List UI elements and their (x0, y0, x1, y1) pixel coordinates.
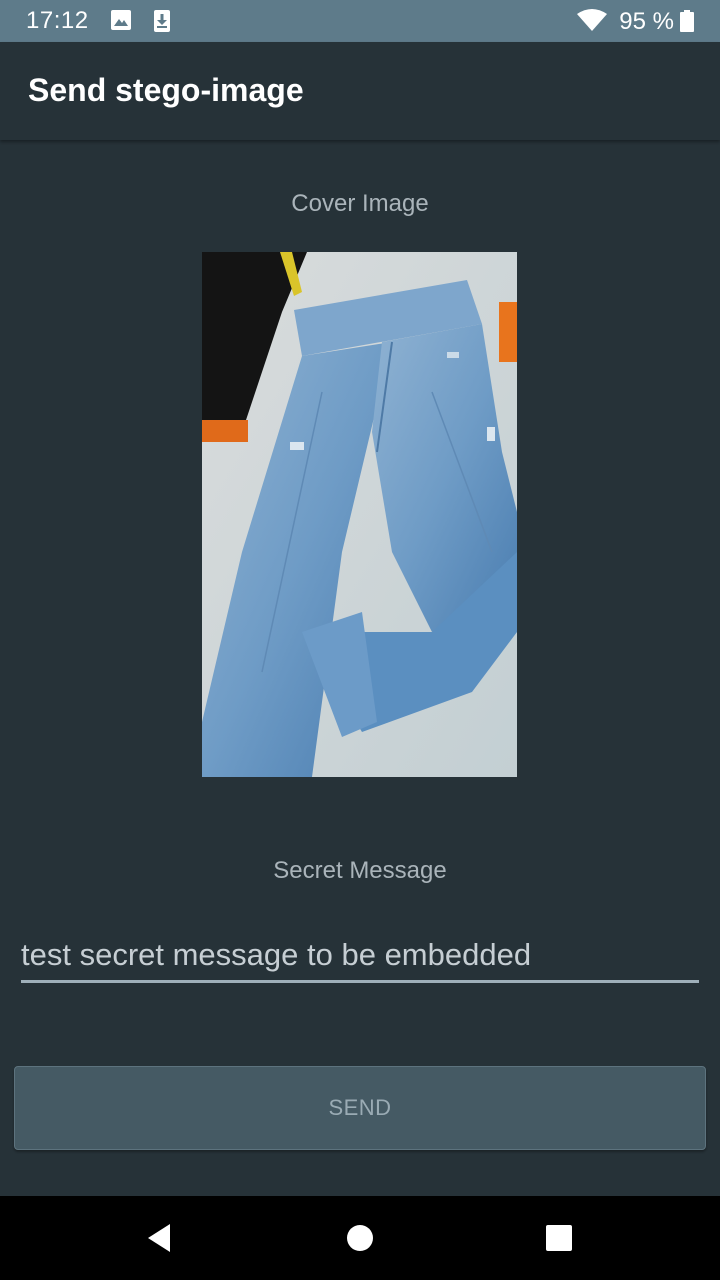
home-icon[interactable] (344, 1218, 376, 1263)
wifi-icon (576, 8, 608, 37)
send-stego-screen: 17:12 95 % Send stego-image Cover Image … (0, 0, 720, 1280)
status-bar: 17:12 95 % (0, 0, 720, 42)
navigation-bar (0, 1196, 720, 1280)
back-icon[interactable] (144, 1218, 174, 1263)
page-title: Send stego-image (28, 72, 304, 108)
cover-image[interactable] (202, 252, 517, 777)
secret-message-input[interactable] (21, 930, 699, 983)
secret-message-label: Secret Message (273, 857, 447, 884)
download-icon (153, 9, 171, 38)
cover-image-label: Cover Image (291, 190, 429, 217)
battery-icon (680, 10, 694, 37)
send-button[interactable]: SEND (14, 1066, 706, 1150)
recents-icon[interactable] (544, 1218, 574, 1263)
image-icon (110, 9, 132, 36)
status-time: 17:12 (26, 7, 89, 34)
battery-level: 95 % (619, 8, 674, 35)
app-bar: Send stego-image (0, 42, 720, 140)
